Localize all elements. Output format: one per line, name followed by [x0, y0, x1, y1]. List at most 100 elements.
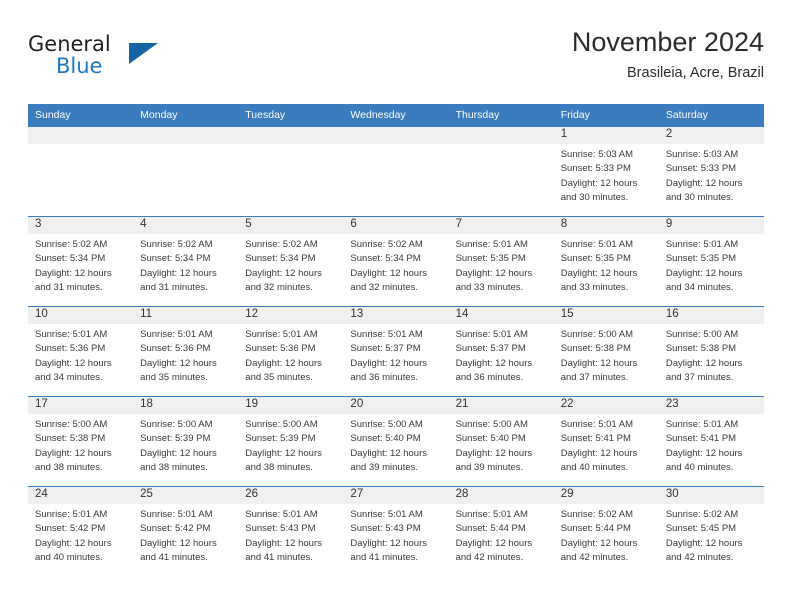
calendar-day-cell[interactable]: 27 Sunrise: 5:01 AM Sunset: 5:43 PM Dayligh… [343, 486, 449, 576]
day-number [133, 127, 239, 144]
calendar-day-cell[interactable]: 3 Sunrise: 5:02 AM Sunset: 5:34 PM Daylight… [28, 216, 134, 307]
calendar-day-cell[interactable]: 26 Sunrise: 5:01 AM Sunset: 5:43 PM Dayligh… [238, 486, 344, 576]
weekday-header-wednesday: Wednesday [343, 104, 449, 127]
daylight-text: Daylight: 12 hours and 30 minutes. [560, 177, 638, 204]
calendar-day-cell[interactable]: 10 Sunrise: 5:01 AM Sunset: 5:36 PM Dayligh… [28, 306, 134, 397]
sunrise-text: Sunrise: 5:02 AM [665, 509, 739, 520]
day-details: Sunrise: 5:00 AM Sunset: 5:40 PM Daylight:… [343, 414, 448, 476]
daylight-text: Daylight: 12 hours and 30 minutes. [665, 177, 743, 204]
calendar-day-cell[interactable]: 23 Sunrise: 5:01 AM Sunset: 5:41 PM Dayligh… [658, 396, 764, 487]
sunset-text: Sunset: 5:42 PM [35, 523, 106, 535]
calendar-cell-empty [343, 126, 449, 217]
general-blue-logo[interactable]: General Blue [28, 34, 158, 84]
calendar-day-cell[interactable]: 17 Sunrise: 5:00 AM Sunset: 5:38 PM Dayligh… [28, 396, 134, 487]
sunrise-text: Sunrise: 5:01 AM [665, 239, 739, 250]
calendar-day-cell[interactable]: 12 Sunrise: 5:01 AM Sunset: 5:36 PM Dayligh… [238, 306, 344, 397]
calendar-day-cell[interactable]: 25 Sunrise: 5:01 AM Sunset: 5:42 PM Dayligh… [133, 486, 239, 576]
day-details: Sunrise: 5:01 AM Sunset: 5:36 PM Daylight:… [133, 324, 238, 386]
page-header: General Blue November 2024 Brasileia, Ac… [28, 27, 764, 96]
calendar-day-cell[interactable]: 18 Sunrise: 5:00 AM Sunset: 5:39 PM Dayligh… [133, 396, 239, 487]
calendar-day-cell[interactable]: 20 Sunrise: 5:00 AM Sunset: 5:40 PM Dayligh… [343, 396, 449, 487]
calendar-day-cell[interactable]: 14 Sunrise: 5:01 AM Sunset: 5:37 PM Dayligh… [448, 306, 554, 397]
day-number: 7 [448, 217, 554, 234]
day-details: Sunrise: 5:00 AM Sunset: 5:39 PM Daylight:… [133, 414, 238, 476]
sunrise-text: Sunrise: 5:01 AM [560, 419, 634, 430]
sunset-text: Sunset: 5:45 PM [665, 523, 737, 535]
daylight-text: Daylight: 12 hours and 42 minutes. [455, 537, 533, 564]
calendar-day-cell[interactable]: 4 Sunrise: 5:02 AM Sunset: 5:34 PM Daylight… [133, 216, 239, 307]
day-number: 14 [448, 307, 554, 324]
sunset-text: Sunset: 5:33 PM [665, 163, 737, 175]
sunrise-text: Sunrise: 5:00 AM [455, 419, 528, 430]
day-number: 15 [553, 307, 659, 324]
daylight-text: Daylight: 12 hours and 35 minutes. [140, 357, 217, 384]
calendar-day-cell[interactable]: 19 Sunrise: 5:00 AM Sunset: 5:39 PM Dayligh… [238, 396, 344, 487]
day-details: Sunrise: 5:01 AM Sunset: 5:44 PM Daylight:… [449, 504, 554, 566]
daylight-text: Daylight: 12 hours and 34 minutes. [35, 357, 112, 384]
sunset-text: Sunset: 5:40 PM [455, 433, 526, 445]
calendar-body: 1 Sunrise: 5:03 AM Sunset: 5:33 PM Daylight… [28, 126, 764, 576]
sunset-text: Sunset: 5:35 PM [560, 253, 631, 265]
day-details: Sunrise: 5:02 AM Sunset: 5:45 PM Daylight:… [659, 504, 764, 566]
day-number: 27 [343, 487, 449, 504]
calendar-page: General Blue November 2024 Brasileia, Ac… [0, 0, 792, 612]
calendar-day-cell[interactable]: 13 Sunrise: 5:01 AM Sunset: 5:37 PM Dayligh… [343, 306, 449, 397]
calendar-day-cell[interactable]: 21 Sunrise: 5:00 AM Sunset: 5:40 PM Dayligh… [448, 396, 554, 487]
day-number: 25 [133, 487, 239, 504]
sunrise-text: Sunrise: 5:01 AM [455, 509, 528, 520]
sunrise-text: Sunrise: 5:02 AM [245, 239, 318, 250]
sunset-text: Sunset: 5:41 PM [665, 433, 737, 445]
daylight-text: Daylight: 12 hours and 41 minutes. [245, 537, 322, 564]
daylight-text: Daylight: 12 hours and 35 minutes. [245, 357, 322, 384]
daylight-text: Daylight: 12 hours and 42 minutes. [665, 537, 743, 564]
weekday-header-friday: Friday [553, 104, 659, 127]
day-number: 9 [658, 217, 764, 234]
sunrise-text: Sunrise: 5:02 AM [560, 509, 634, 520]
sunrise-text: Sunrise: 5:01 AM [665, 419, 739, 430]
day-details: Sunrise: 5:00 AM Sunset: 5:39 PM Daylight:… [238, 414, 343, 476]
calendar-day-cell[interactable]: 11 Sunrise: 5:01 AM Sunset: 5:36 PM Dayligh… [133, 306, 239, 397]
day-details: Sunrise: 5:02 AM Sunset: 5:34 PM Daylight:… [133, 234, 238, 296]
calendar-day-cell[interactable]: 7 Sunrise: 5:01 AM Sunset: 5:35 PM Daylight… [448, 216, 554, 307]
sunset-text: Sunset: 5:40 PM [350, 433, 421, 445]
calendar-day-cell[interactable]: 2 Sunrise: 5:03 AM Sunset: 5:33 PM Daylight… [658, 126, 764, 217]
sunset-text: Sunset: 5:34 PM [140, 253, 211, 265]
sunset-text: Sunset: 5:37 PM [350, 343, 421, 355]
calendar-day-cell[interactable]: 1 Sunrise: 5:03 AM Sunset: 5:33 PM Daylight… [553, 126, 659, 217]
calendar-day-cell[interactable]: 22 Sunrise: 5:01 AM Sunset: 5:41 PM Dayligh… [553, 396, 659, 487]
sunrise-text: Sunrise: 5:01 AM [560, 239, 634, 250]
sunset-text: Sunset: 5:42 PM [140, 523, 211, 535]
day-number: 29 [553, 487, 659, 504]
day-details: Sunrise: 5:01 AM Sunset: 5:35 PM Daylight:… [554, 234, 659, 296]
calendar-day-cell[interactable]: 30 Sunrise: 5:02 AM Sunset: 5:45 PM Dayligh… [658, 486, 764, 576]
calendar-day-cell[interactable]: 9 Sunrise: 5:01 AM Sunset: 5:35 PM Daylight… [658, 216, 764, 307]
calendar-day-cell[interactable]: 15 Sunrise: 5:00 AM Sunset: 5:38 PM Dayligh… [553, 306, 659, 397]
day-details: Sunrise: 5:01 AM Sunset: 5:41 PM Daylight:… [554, 414, 659, 476]
calendar-day-cell[interactable]: 6 Sunrise: 5:02 AM Sunset: 5:34 PM Daylight… [343, 216, 449, 307]
calendar-day-cell[interactable]: 24 Sunrise: 5:01 AM Sunset: 5:42 PM Dayligh… [28, 486, 134, 576]
day-number: 24 [28, 487, 134, 504]
calendar-cell-empty [133, 126, 239, 217]
sunset-text: Sunset: 5:34 PM [350, 253, 421, 265]
day-number: 21 [448, 397, 554, 414]
sunset-text: Sunset: 5:35 PM [665, 253, 737, 265]
calendar-day-cell[interactable]: 8 Sunrise: 5:01 AM Sunset: 5:35 PM Daylight… [553, 216, 659, 307]
day-details: Sunrise: 5:00 AM Sunset: 5:38 PM Daylight:… [554, 324, 659, 386]
day-details: Sunrise: 5:02 AM Sunset: 5:34 PM Daylight:… [238, 234, 343, 296]
day-number: 23 [658, 397, 764, 414]
day-number: 28 [448, 487, 554, 504]
daylight-text: Daylight: 12 hours and 36 minutes. [455, 357, 533, 384]
sunset-text: Sunset: 5:33 PM [560, 163, 631, 175]
sunrise-text: Sunrise: 5:01 AM [350, 329, 423, 340]
day-number: 18 [133, 397, 239, 414]
day-number: 16 [658, 307, 764, 324]
calendar-day-cell[interactable]: 16 Sunrise: 5:00 AM Sunset: 5:38 PM Dayligh… [658, 306, 764, 397]
day-number: 19 [238, 397, 344, 414]
daylight-text: Daylight: 12 hours and 32 minutes. [350, 267, 427, 294]
calendar-day-cell[interactable]: 28 Sunrise: 5:01 AM Sunset: 5:44 PM Dayligh… [448, 486, 554, 576]
day-details: Sunrise: 5:01 AM Sunset: 5:35 PM Daylight:… [659, 234, 764, 296]
day-number [238, 127, 344, 144]
day-details: Sunrise: 5:01 AM Sunset: 5:43 PM Daylight:… [343, 504, 448, 566]
calendar-day-cell[interactable]: 5 Sunrise: 5:02 AM Sunset: 5:34 PM Daylight… [238, 216, 344, 307]
calendar-day-cell[interactable]: 29 Sunrise: 5:02 AM Sunset: 5:44 PM Dayligh… [553, 486, 659, 576]
